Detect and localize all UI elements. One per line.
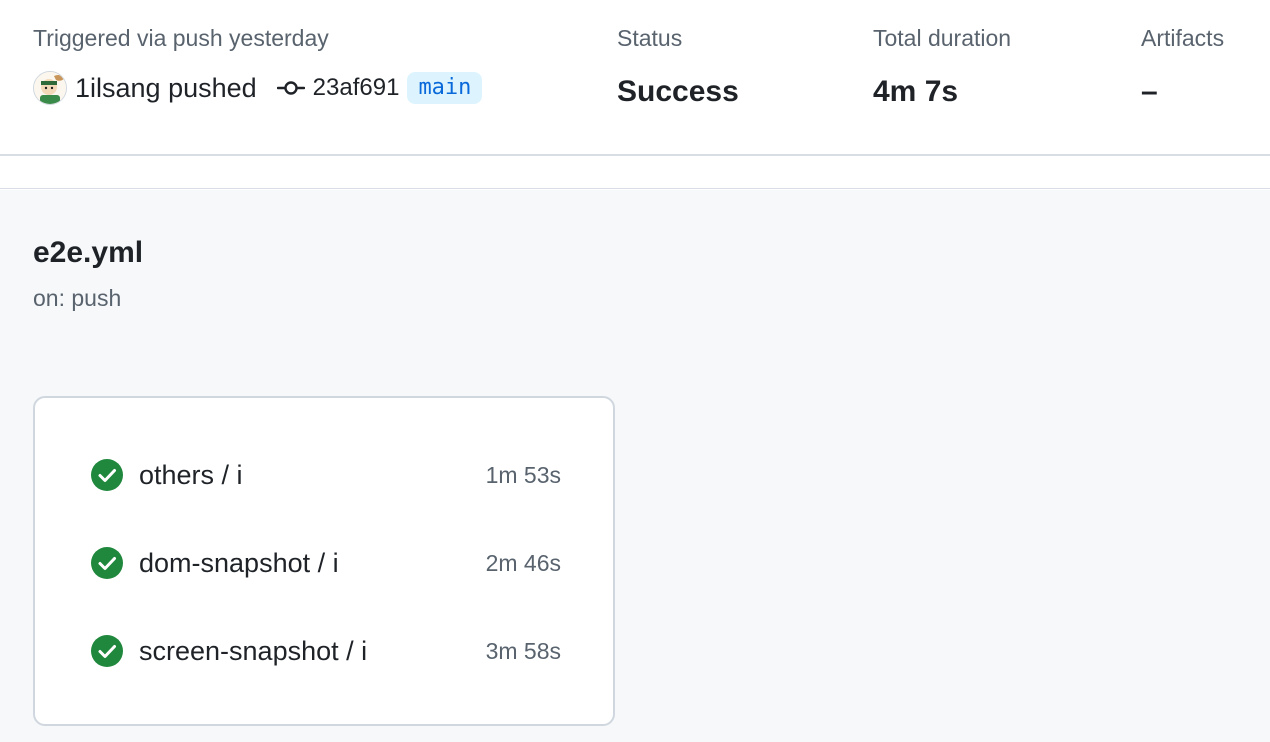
- user-avatar[interactable]: [33, 71, 67, 105]
- status-value: Success: [617, 75, 739, 108]
- git-commit-icon: [276, 78, 305, 98]
- trigger-label: Triggered via push yesterday: [33, 25, 329, 51]
- duration-section: Total duration 4m 7s: [873, 24, 1011, 112]
- job-name: dom-snapshot / i: [139, 547, 339, 578]
- artifacts-label: Artifacts: [1141, 25, 1225, 51]
- artifacts-value: –: [1141, 75, 1158, 108]
- job-item-screen-snapshot[interactable]: screen-snapshot / i 3m 58s: [91, 631, 561, 671]
- section-divider: [0, 158, 1270, 189]
- check-circle-icon: [91, 459, 123, 491]
- job-item-dom-snapshot[interactable]: dom-snapshot / i 2m 46s: [91, 543, 561, 583]
- avatar-image: [34, 72, 66, 104]
- commit-sha-link[interactable]: 23af691: [313, 74, 400, 102]
- run-summary: Triggered via push yesterday 1ilsang pus…: [0, 0, 1270, 156]
- job-name: others / i: [139, 459, 243, 490]
- duration-label: Total duration: [873, 25, 1012, 51]
- duration-value: 4m 7s: [873, 75, 959, 108]
- job-item-others[interactable]: others / i 1m 53s: [91, 455, 561, 495]
- trigger-details: 1ilsang pushed 23af691 main: [33, 68, 483, 108]
- job-duration: 3m 58s: [485, 637, 561, 664]
- check-circle-icon: [91, 635, 123, 667]
- branch-label[interactable]: main: [407, 72, 483, 104]
- trigger-section: Triggered via push yesterday 1ilsang pus…: [33, 24, 483, 108]
- artifacts-section: Artifacts –: [1141, 24, 1224, 112]
- actor-action: pushed: [168, 72, 257, 103]
- actor-link[interactable]: 1ilsang pushed: [75, 73, 257, 104]
- status-label: Status: [617, 25, 683, 51]
- job-name: screen-snapshot / i: [139, 635, 368, 666]
- job-duration: 2m 46s: [485, 549, 561, 576]
- workflow-trigger: on: push: [33, 285, 122, 311]
- check-circle-icon: [91, 547, 123, 579]
- actor-name: 1ilsang: [75, 72, 161, 103]
- workflow-graph: e2e.yml on: push others / i 1m 53s dom-s…: [0, 190, 1270, 742]
- job-duration: 1m 53s: [485, 461, 561, 488]
- job-group-card: others / i 1m 53s dom-snapshot / i 2m 46…: [33, 396, 615, 726]
- status-section: Status Success: [617, 24, 739, 112]
- workflow-file-name: e2e.yml: [33, 236, 144, 269]
